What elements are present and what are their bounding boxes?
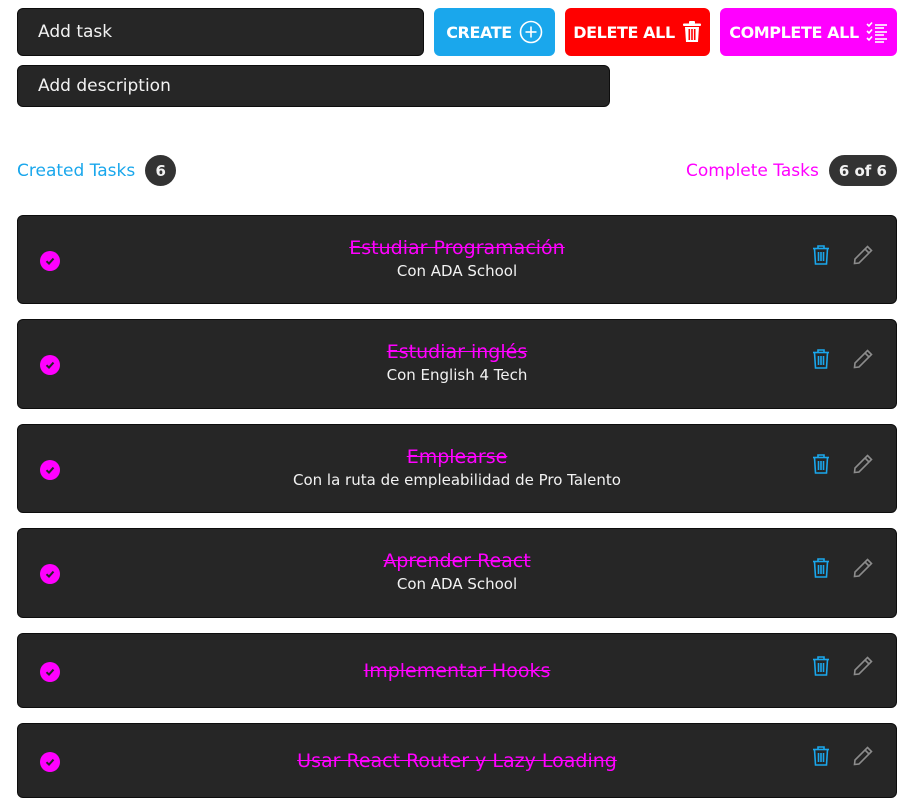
task-text: Estudiar inglés Con English 4 Tech <box>118 340 796 386</box>
task-title: Aprender React <box>383 550 531 572</box>
delete-task-button[interactable] <box>809 452 833 476</box>
task-description: Con la ruta de empleabilidad de Pro Tale… <box>293 471 621 489</box>
task-complete-toggle[interactable] <box>40 564 60 584</box>
task-complete-toggle[interactable] <box>40 250 60 271</box>
edit-task-button[interactable] <box>851 452 875 476</box>
task-description: Con ADA School <box>396 575 518 593</box>
task-text: Aprender React Con ADA School <box>118 549 796 595</box>
task-card: Estudiar inglés Con English 4 Tech <box>17 319 897 409</box>
trash-icon <box>809 558 833 584</box>
trash-icon <box>809 245 833 271</box>
task-card: Estudiar Programación Con ADA School <box>17 215 897 304</box>
complete-tasks-label: Complete Tasks <box>685 160 819 181</box>
task-description: Con ADA School <box>396 262 518 280</box>
task-complete-toggle[interactable] <box>40 661 60 682</box>
delete-task-button[interactable] <box>809 744 833 768</box>
checklist-icon <box>866 21 888 43</box>
task-card: Usar React Router y Lazy Loading <box>17 723 897 798</box>
edit-task-button[interactable] <box>851 347 875 371</box>
delete-all-button[interactable]: DELETE ALL <box>565 8 710 56</box>
delete-task-button[interactable] <box>809 243 833 267</box>
edit-task-button[interactable] <box>851 243 875 267</box>
task-title: Estudiar inglés <box>386 341 528 363</box>
pencil-icon <box>851 558 875 584</box>
trash-icon <box>682 21 702 43</box>
description-input[interactable]: Add description <box>17 65 610 107</box>
task-complete-toggle[interactable] <box>40 459 60 480</box>
task-description: Con English 4 Tech <box>386 366 528 384</box>
check-circle-icon <box>44 568 56 580</box>
task-title: Emplearse <box>406 446 508 468</box>
complete-all-button[interactable]: COMPLETE ALL <box>720 8 897 56</box>
edit-task-button[interactable] <box>851 744 875 768</box>
task-title: Implementar Hooks <box>363 659 551 682</box>
trash-icon <box>809 454 833 480</box>
created-tasks-label: Created Tasks <box>17 160 136 181</box>
check-circle-icon <box>44 464 56 476</box>
create-button-label: CREATE <box>446 22 512 42</box>
complete-tasks-badge: 6 of 6 <box>828 155 897 186</box>
delete-all-button-label: DELETE ALL <box>573 22 675 42</box>
created-tasks-counter: Created Tasks 6 <box>17 155 177 186</box>
edit-task-button[interactable] <box>851 654 875 678</box>
complete-all-button-label: COMPLETE ALL <box>729 22 859 42</box>
task-card: Implementar Hooks <box>17 633 897 708</box>
pencil-icon <box>851 349 875 375</box>
edit-task-button[interactable] <box>851 556 875 580</box>
created-tasks-badge: 6 <box>145 155 177 186</box>
check-circle-icon <box>44 666 56 678</box>
trash-icon <box>809 746 833 772</box>
create-button[interactable]: CREATE <box>434 8 555 56</box>
task-text: Emplearse Con la ruta de empleabilidad de… <box>118 445 796 491</box>
pencil-icon <box>851 454 875 480</box>
task-text: Estudiar Programación Con ADA School <box>118 236 796 282</box>
task-input[interactable]: Add task <box>17 8 424 56</box>
task-complete-toggle[interactable] <box>40 355 60 375</box>
task-title: Estudiar Programación <box>349 237 565 259</box>
task-complete-toggle[interactable] <box>40 751 60 772</box>
pencil-icon <box>851 746 875 772</box>
check-circle-icon <box>44 255 56 267</box>
check-circle-icon <box>44 359 56 371</box>
pencil-icon <box>851 245 875 271</box>
task-card: Aprender React Con ADA School <box>17 528 897 618</box>
delete-task-button[interactable] <box>809 347 833 371</box>
delete-task-button[interactable] <box>809 654 833 678</box>
check-circle-icon <box>44 756 56 768</box>
trash-icon <box>809 656 833 682</box>
plus-circle-icon <box>519 20 543 44</box>
task-title: Usar React Router y Lazy Loading <box>297 749 617 772</box>
complete-tasks-counter: Complete Tasks 6 of 6 <box>686 155 897 186</box>
task-text: Usar React Router y Lazy Loading <box>118 749 796 773</box>
pencil-icon <box>851 656 875 682</box>
task-card: Emplearse Con la ruta de empleabilidad de… <box>17 424 897 513</box>
trash-icon <box>809 349 833 375</box>
delete-task-button[interactable] <box>809 556 833 580</box>
task-text: Implementar Hooks <box>118 659 796 683</box>
